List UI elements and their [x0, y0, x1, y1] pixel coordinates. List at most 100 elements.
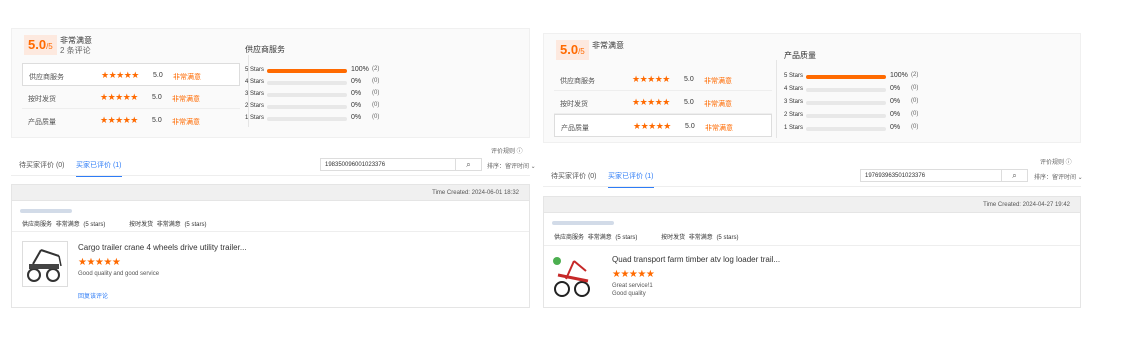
bar-fill: [267, 69, 347, 73]
bar-label: 5 Stars: [784, 73, 804, 79]
category-name: 按时发货: [28, 96, 56, 103]
category-row[interactable]: 供应商服务 ★★★★★ 5.0 非常满意: [554, 68, 772, 91]
bar-percent: 0%: [351, 90, 362, 97]
dim-name: 按时发货: [129, 222, 154, 228]
review-panel-left: 5.0/5 非常满意 2 条评论 供应商服务 ★★★★★ 5.0 非常满意 按时…: [11, 28, 536, 311]
product-title-link[interactable]: Cargo trailer crane 4 wheels drive utili…: [78, 243, 247, 252]
category-row[interactable]: 按时发货 ★★★★★ 5.0 非常满意: [554, 91, 772, 114]
bar-label: 1 Stars: [245, 115, 265, 121]
star-bar-row: 1 Stars 0% (0): [245, 113, 405, 125]
sort-dropdown[interactable]: 排序：留评时间 ⌄: [1034, 172, 1083, 181]
bar-percent: 0%: [890, 85, 901, 92]
card-divider: [12, 231, 529, 232]
dim-level: 非常满意: [55, 222, 80, 228]
star-bar-row: 4 Stars 0% (0): [245, 77, 405, 89]
bar-label: 4 Stars: [245, 79, 265, 85]
dim-level: 非常满意: [688, 235, 713, 241]
star-rating-icon: ★★★★★: [632, 97, 670, 107]
search-button[interactable]: ⌕: [456, 158, 482, 171]
review-count: 2 条评论: [60, 46, 91, 55]
buyer-name-blurred: [20, 209, 72, 213]
category-score: 5.0: [152, 94, 162, 101]
tabs-divider: [11, 175, 530, 176]
review-rules-link[interactable]: 评价规则 ⓘ: [491, 146, 523, 155]
bar-count: (0): [372, 90, 380, 96]
category-row[interactable]: 产品质量 ★★★★★ 5.0 非常满意: [554, 114, 772, 137]
category-level: 非常满意: [172, 96, 200, 103]
bar-count: (0): [911, 85, 919, 91]
bar-count: (0): [372, 78, 380, 84]
bar-percent: 0%: [890, 111, 901, 118]
reply-link[interactable]: 回复该评论: [78, 291, 108, 300]
bar-label: 3 Stars: [245, 91, 265, 97]
search-button[interactable]: ⌕: [1002, 169, 1028, 182]
review-header: Time Created: 2024-04-27 19:42: [544, 197, 1080, 213]
overall-level: 非常满意: [592, 41, 624, 50]
star-rating-icon: ★★★★★: [100, 92, 138, 102]
star-bar-row: 1 Stars 0% (0): [784, 123, 944, 135]
tabs-divider: [543, 186, 1081, 187]
star-rating-icon: ★★★★★: [632, 74, 670, 84]
dim-name: 按时发货: [661, 235, 686, 241]
bar-track: [267, 69, 347, 73]
overall-score: 5.0/5: [556, 40, 589, 60]
category-table: 供应商服务 ★★★★★ 5.0 非常满意 按时发货 ★★★★★ 5.0 非常满意…: [22, 63, 240, 132]
category-row[interactable]: 产品质量 ★★★★★ 5.0 非常满意: [22, 109, 240, 132]
review-rules-link[interactable]: 评价规则 ⓘ: [1040, 157, 1072, 166]
dimension-ratings: 供应商服务 非常满意 (5 stars) 按时发货 非常满意 (5 stars): [554, 232, 740, 241]
review-star-icon: ★★★★★: [78, 257, 121, 268]
dimension-ratings: 供应商服务 非常满意 (5 stars) 按时发货 非常满意 (5 stars): [22, 219, 208, 228]
category-row[interactable]: 供应商服务 ★★★★★ 5.0 非常满意: [22, 63, 240, 86]
category-level: 非常满意: [172, 119, 200, 126]
category-level: 非常满意: [173, 74, 201, 81]
search-input[interactable]: 197693963501023376: [860, 169, 1002, 182]
review-card: Time Created: 2024-04-27 19:42 供应商服务 非常满…: [543, 196, 1081, 308]
category-score: 5.0: [153, 72, 163, 79]
overall-score: 5.0/5: [24, 35, 57, 55]
bar-count: (2): [372, 66, 380, 72]
star-bar-row: 2 Stars 0% (0): [784, 110, 944, 122]
divider: [776, 60, 777, 138]
search-input[interactable]: 198350096001023376: [320, 158, 456, 171]
bar-count: (0): [372, 114, 380, 120]
dim-name: 供应商服务: [22, 222, 53, 228]
product-title-link[interactable]: Quad transport farm timber atv log loade…: [612, 255, 780, 264]
bar-count: (0): [911, 111, 919, 117]
category-table: 供应商服务 ★★★★★ 5.0 非常满意 按时发货 ★★★★★ 5.0 非常满意…: [554, 68, 772, 137]
star-bar-row: 3 Stars 0% (0): [784, 97, 944, 109]
breakdown-title: 产品质量: [784, 51, 816, 60]
tab-pending-review[interactable]: 待买家评价 (0): [19, 160, 65, 170]
category-name: 产品质量: [28, 119, 56, 126]
star-bar-row: 5 Stars 100% (2): [245, 65, 405, 77]
category-score: 5.0: [684, 99, 694, 106]
category-level: 非常满意: [705, 125, 733, 132]
product-thumbnail-icon: [27, 249, 62, 282]
review-text: Good quality and good service: [78, 271, 160, 277]
dim-level: 非常满意: [156, 222, 181, 228]
bar-label: 4 Stars: [784, 86, 804, 92]
search-icon: ⌕: [466, 160, 471, 169]
rating-summary: 5.0/5 非常满意 2 条评论 供应商服务 ★★★★★ 5.0 非常满意 按时…: [11, 28, 530, 138]
product-image[interactable]: [22, 241, 68, 287]
bar-label: 1 Stars: [784, 125, 804, 131]
bar-percent: 0%: [890, 98, 901, 105]
star-rating-icon: ★★★★★: [633, 121, 671, 131]
review-header: Time Created: 2024-06-01 18:32: [12, 185, 529, 201]
category-row[interactable]: 按时发货 ★★★★★ 5.0 非常满意: [22, 86, 240, 109]
bar-percent: 0%: [351, 78, 362, 85]
product-image[interactable]: [550, 255, 596, 301]
review-text: Good quality: [612, 291, 646, 297]
bar-track: [267, 93, 347, 97]
sort-dropdown[interactable]: 排序：留评时间 ⌄: [487, 161, 536, 170]
category-name: 供应商服务: [29, 74, 64, 81]
bar-percent: 0%: [351, 102, 362, 109]
dim-name: 供应商服务: [554, 235, 585, 241]
bar-label: 2 Stars: [245, 103, 265, 109]
bar-track: [806, 88, 886, 92]
bar-track: [267, 105, 347, 109]
bar-track: [267, 117, 347, 121]
bar-count: (0): [911, 124, 919, 130]
tab-pending-review[interactable]: 待买家评价 (0): [551, 171, 597, 181]
star-rating-icon: ★★★★★: [101, 70, 139, 80]
category-score: 5.0: [152, 117, 162, 124]
